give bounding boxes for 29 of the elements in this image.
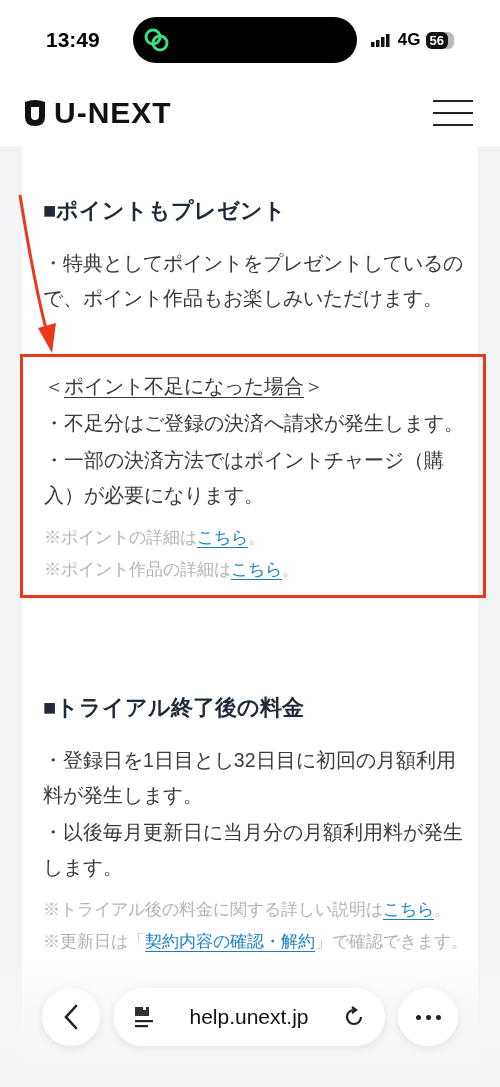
section-heading: ■トライアル終了後の料金	[43, 694, 306, 722]
text-link[interactable]: こちら	[231, 560, 282, 578]
body-text: ・特典としてポイントをプレゼントしているので、ポイント作品もお楽しみいただけます。	[43, 251, 464, 311]
reload-icon[interactable]	[343, 1006, 365, 1028]
battery-level: 56	[425, 31, 448, 49]
body-text: ＜ポイント不足になった場合＞	[44, 374, 325, 399]
body-text: ・不足分はご登録の決済へ請求が発生します。	[44, 411, 465, 436]
network-type: 4G	[397, 29, 421, 52]
note-text: ※ポイントの詳細はこちら。	[44, 527, 266, 548]
url-text: help.unext.jp	[188, 1004, 310, 1031]
section-heading: ■ポイントもプレゼント	[43, 197, 288, 225]
body-text: ・登録日を1日目とし32日目に初回の月額利用料が発生します。	[43, 748, 457, 808]
note-text: ※ポイント作品の詳細はこちら。	[44, 559, 300, 580]
note-text: ※更新日は「契約内容の確認・解約」で確認できます。	[43, 931, 468, 952]
link-rings-icon	[143, 26, 171, 54]
clock-time: 13:49	[46, 27, 101, 54]
brand-logo[interactable]: U-NEXT	[54, 98, 172, 128]
text-link[interactable]: こちら	[383, 900, 434, 918]
text-link[interactable]: 契約内容の確認・解約	[145, 932, 315, 950]
back-chevron-icon	[64, 1004, 78, 1030]
page-menu-icon[interactable]	[133, 1005, 155, 1029]
body-text: ・一部の決済方法ではポイントチャージ（購入）が必要になります。	[44, 448, 445, 508]
text-link[interactable]: こちら	[197, 528, 248, 546]
body-text: ・以後毎月更新日に当月分の月額利用料が発生します。	[43, 820, 464, 880]
shield-logo-icon	[24, 99, 46, 127]
signal-icon	[370, 33, 393, 47]
address-bar[interactable]: help.unext.jp	[113, 988, 385, 1046]
note-text: ※トライアル後の料金に関する詳しい説明はこちら。	[43, 899, 452, 920]
menu-button[interactable]	[433, 100, 473, 126]
